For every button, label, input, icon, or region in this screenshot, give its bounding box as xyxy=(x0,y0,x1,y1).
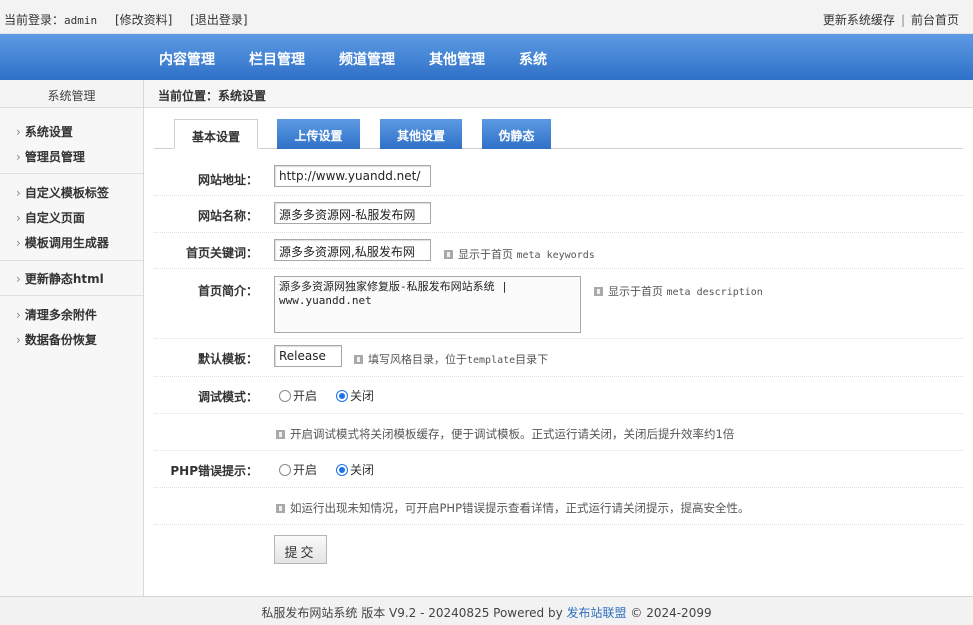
sidebar-item-backup-restore[interactable]: 数据备份恢复 xyxy=(16,331,97,348)
info-icon xyxy=(276,430,285,439)
sidebar-title: 系统管理 xyxy=(0,80,143,108)
debug-label: 调试模式： xyxy=(197,390,258,404)
sidebar-item-custom-template-tags[interactable]: 自定义模板标签 xyxy=(16,184,109,201)
nav-content[interactable]: 内容管理 xyxy=(159,49,215,69)
top-right-links: 更新系统缓存 | 前台首页 xyxy=(823,11,959,28)
debug-hint: 开启调试模式将关闭模板缓存，便于调试模板。正式运行请关闭，关闭后提升效率约1倍 xyxy=(276,426,734,442)
tab-basic-settings[interactable]: 基本设置 xyxy=(174,119,258,149)
separator: | xyxy=(900,13,905,27)
keywords-hint: 显示于首页 meta keywords xyxy=(444,246,595,262)
login-info: 当前登录：admin [修改资料] [退出登录] xyxy=(4,11,248,28)
description-label: 首页简介： xyxy=(197,284,258,298)
keywords-input[interactable]: 源多多资源网,私服发布网 xyxy=(274,239,431,261)
front-home-link[interactable]: 前台首页 xyxy=(911,13,959,27)
description-hint: 显示于首页 meta description xyxy=(594,283,763,299)
sidebar-item-update-static-html[interactable]: 更新静态html xyxy=(16,270,104,287)
submit-button[interactable]: 提交 xyxy=(274,535,327,564)
row-php-error xyxy=(154,451,963,488)
footer-text: 私服发布网站系统 版本 V9.2 - 20240825 Powered by xyxy=(261,606,563,620)
sidebar: 系统管理 系统设置 管理员管理 自定义模板标签 自定义页面 模板调用生成器 更新… xyxy=(0,80,144,596)
tab-pseudo-static[interactable]: 伪静态 xyxy=(482,119,551,149)
sidebar-divider xyxy=(0,295,143,296)
radio-selected-icon[interactable] xyxy=(336,390,348,402)
site-url-input[interactable]: http://www.yuandd.net/ xyxy=(274,165,431,187)
site-name-input[interactable]: 源多多资源网-私服发布网 xyxy=(274,202,431,224)
tab-upload-settings[interactable]: 上传设置 xyxy=(277,119,360,149)
template-hint: 填写风格目录，位于template目录下 xyxy=(354,351,548,367)
sidebar-divider xyxy=(0,173,143,174)
template-label: 默认模板： xyxy=(197,352,258,366)
nav-columns[interactable]: 栏目管理 xyxy=(249,49,305,69)
update-cache-link[interactable]: 更新系统缓存 xyxy=(823,13,895,27)
info-icon xyxy=(594,287,603,296)
site-name-label: 网站名称： xyxy=(197,209,258,223)
login-prefix: 当前登录： xyxy=(4,13,65,27)
nav-other[interactable]: 其他管理 xyxy=(429,49,485,69)
breadcrumb-text: 当前位置：系统设置 xyxy=(158,89,267,103)
radio-selected-icon[interactable] xyxy=(336,464,348,476)
row-debug xyxy=(154,377,963,414)
sidebar-item-template-generator[interactable]: 模板调用生成器 xyxy=(16,234,109,251)
description-textarea[interactable]: 源多多资源网独家修复版-私服发布网站系统 | www.yuandd.net xyxy=(274,276,581,333)
debug-on-radio[interactable]: 开启 xyxy=(279,387,317,404)
top-bar: 当前登录：admin [修改资料] [退出登录] 更新系统缓存 | 前台首页 xyxy=(0,0,973,34)
template-input[interactable]: Release xyxy=(274,345,342,367)
sidebar-divider xyxy=(0,260,143,261)
site-url-label: 网站地址： xyxy=(197,173,258,187)
sidebar-item-clean-attachments[interactable]: 清理多余附件 xyxy=(16,306,97,323)
php-error-label: PHP错误提示： xyxy=(170,464,258,478)
keywords-label: 首页关键词： xyxy=(185,246,258,260)
sidebar-item-system-settings[interactable]: 系统设置 xyxy=(16,123,73,140)
php-error-off-radio[interactable]: 关闭 xyxy=(336,461,374,478)
sidebar-item-custom-pages[interactable]: 自定义页面 xyxy=(16,209,85,226)
footer: 私服发布网站系统 版本 V9.2 - 20240825 Powered by 发… xyxy=(0,596,973,625)
nav-system[interactable]: 系统 xyxy=(519,49,547,69)
logout-link[interactable]: [退出登录] xyxy=(190,13,247,27)
php-error-on-radio[interactable]: 开启 xyxy=(279,461,317,478)
sidebar-item-admin-management[interactable]: 管理员管理 xyxy=(16,148,85,165)
info-icon xyxy=(276,504,285,513)
info-icon xyxy=(354,355,363,364)
tab-underline xyxy=(154,148,963,149)
debug-off-radio[interactable]: 关闭 xyxy=(336,387,374,404)
info-icon xyxy=(444,250,453,259)
edit-profile-link[interactable]: [修改资料] xyxy=(115,13,172,27)
radio-icon[interactable] xyxy=(279,464,291,476)
tab-other-settings[interactable]: 其他设置 xyxy=(380,119,462,149)
main-nav: 内容管理 栏目管理 频道管理 其他管理 系统 xyxy=(0,34,973,80)
breadcrumb: 当前位置：系统设置 xyxy=(144,80,973,108)
nav-channels[interactable]: 频道管理 xyxy=(339,49,395,69)
footer-copyright: © 2024-2099 xyxy=(630,606,712,620)
current-username: admin xyxy=(64,14,98,27)
footer-link[interactable]: 发布站联盟 xyxy=(567,606,627,620)
php-error-hint: 如运行出现未知情况，可开启PHP错误提示查看详情，正式运行请关闭提示，提高安全性… xyxy=(276,500,750,516)
radio-icon[interactable] xyxy=(279,390,291,402)
